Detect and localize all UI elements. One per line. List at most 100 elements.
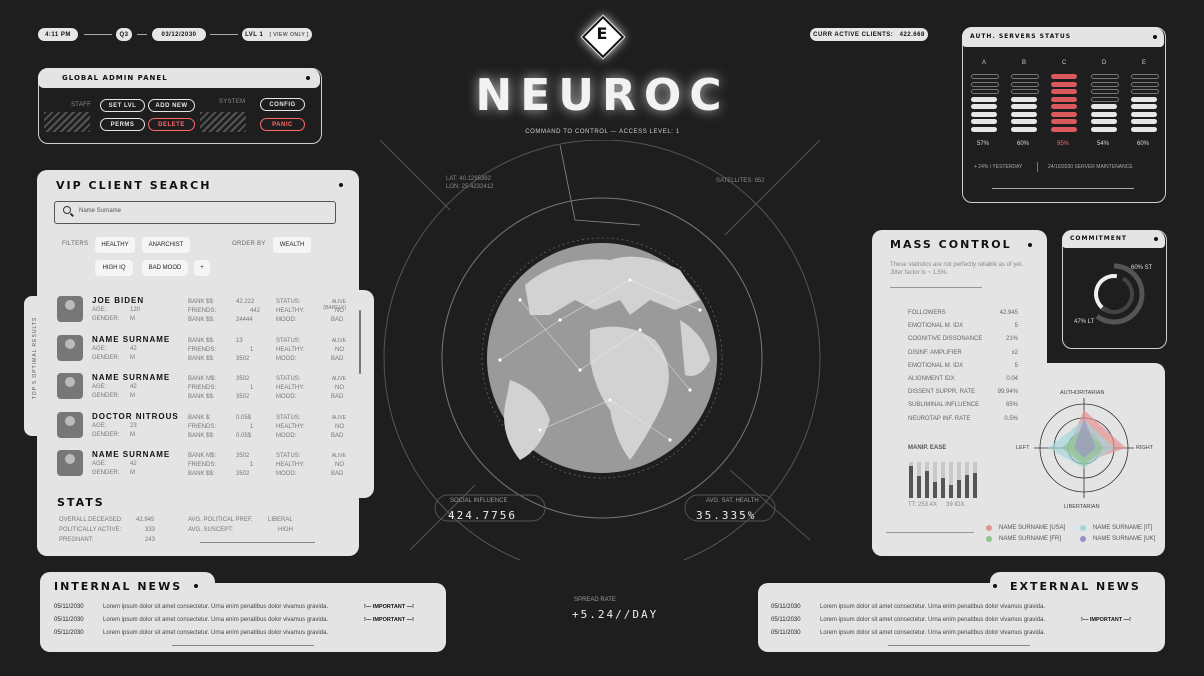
hatch-decoration bbox=[44, 112, 90, 132]
client-status: ALIVE bbox=[331, 414, 346, 421]
commitment-st: 60% ST bbox=[1131, 265, 1153, 271]
legend-label: NAME SURNAME [USA] bbox=[999, 525, 1066, 531]
panic-button[interactable]: PANIC bbox=[260, 118, 305, 131]
manip-idx: 39 IDX. bbox=[946, 502, 967, 508]
server-bar-segment bbox=[1011, 81, 1039, 87]
server-note-maintenance: 24/10/2030 SERVER MAINTENANCE bbox=[1048, 164, 1133, 170]
friends-label: FRIENDS: bbox=[188, 346, 217, 353]
news-text[interactable]: Lorem ipsum dolor sit amet consectetur. … bbox=[103, 630, 328, 636]
divider bbox=[886, 532, 974, 533]
news-date: 05/11/2030 bbox=[771, 630, 801, 636]
metric-value: 65% bbox=[1005, 402, 1018, 409]
radar-top-label: AUTHORITARIAN bbox=[1060, 390, 1105, 396]
news-text[interactable]: Lorem ipsum dolor sit amet consectetur. … bbox=[820, 604, 1045, 610]
vip-title: VIP CLIENT SEARCH bbox=[56, 179, 212, 192]
server-bar-segment bbox=[1131, 111, 1157, 117]
mood-label: MOOD: bbox=[276, 355, 297, 362]
filter-chip-high-iq[interactable]: HIGH IQ bbox=[95, 260, 133, 276]
server-bar-segment bbox=[1011, 126, 1037, 132]
server-bar-segment bbox=[1091, 96, 1119, 102]
client-name[interactable]: NAME SURNAME bbox=[92, 450, 170, 459]
filter-chip-anarchist[interactable]: ANARCHIST bbox=[142, 237, 190, 253]
client-healthy: NO bbox=[335, 308, 344, 314]
active-clients-label: CURR ACTIVE CLIENTS: bbox=[813, 31, 894, 38]
auth-title: AUTH. SERVERS STATUS bbox=[970, 33, 1072, 40]
manip-bar-fill bbox=[957, 480, 961, 498]
manip-bar-fill bbox=[965, 474, 969, 498]
satellites-text: SATELLITES: 852 bbox=[716, 178, 765, 184]
client-bank: 3502 bbox=[236, 376, 250, 382]
add-filter-button[interactable]: + bbox=[194, 260, 210, 276]
news-text[interactable]: Lorem ipsum dolor sit amet consectetur. … bbox=[820, 630, 1045, 636]
social-influence-label: SOCIAL INFLUENCE bbox=[450, 498, 508, 504]
healthy-label: HEALTHY: bbox=[276, 346, 305, 353]
news-important-tag: !— IMPORTANT —! bbox=[1081, 617, 1132, 623]
divider bbox=[84, 34, 112, 35]
commitment-lt: 47% LT bbox=[1074, 319, 1095, 325]
client-gender: M bbox=[130, 470, 135, 476]
news-text[interactable]: Lorem ipsum dolor sit amet consectetur. … bbox=[820, 617, 1045, 623]
client-name[interactable]: DOCTOR NITROUS bbox=[92, 412, 179, 421]
perms-button[interactable]: PERMS bbox=[100, 118, 145, 131]
client-friends: 1 bbox=[250, 423, 254, 430]
order-chip-wealth[interactable]: WEALTH bbox=[273, 237, 311, 253]
vip-side-tab bbox=[24, 296, 54, 436]
metric-label: COGNITIVE DISSONANCE bbox=[908, 336, 983, 343]
manip-bar-fill bbox=[917, 476, 921, 498]
mood-label: MOOD: bbox=[276, 471, 297, 477]
radar-right-label: RIGHT bbox=[1136, 445, 1154, 451]
divider bbox=[890, 287, 982, 288]
legend-label: NAME SURNAME [IT] bbox=[1093, 525, 1153, 531]
filter-chip-bad-mood[interactable]: BAD MOOD bbox=[142, 260, 188, 276]
logo-letter: E bbox=[596, 24, 608, 43]
server-bar-segment bbox=[1051, 81, 1077, 87]
filter-chip-healthy[interactable]: HEALTHY bbox=[95, 237, 135, 253]
results-scrollbar[interactable] bbox=[359, 310, 361, 374]
metric-label: NEUROTAP INF. RATE bbox=[908, 415, 971, 422]
server-bar-segment bbox=[1051, 74, 1077, 79]
config-button[interactable]: CONFIG bbox=[260, 98, 305, 111]
avatar-icon bbox=[65, 454, 75, 464]
news-date: 05/11/2030 bbox=[771, 604, 801, 610]
news-date: 05/11/2030 bbox=[771, 617, 801, 623]
client-gender: M bbox=[130, 316, 135, 322]
news-text[interactable]: Lorem ipsum dolor sit amet consectetur. … bbox=[103, 617, 328, 623]
healthy-label: HEALTHY: bbox=[276, 385, 305, 391]
filters-label: FILTERS bbox=[62, 241, 89, 247]
spread-rate-label: SPREAD RATE bbox=[574, 597, 616, 603]
add-new-button[interactable]: ADD NEW bbox=[148, 99, 195, 112]
news-text[interactable]: Lorem ipsum dolor sit amet consectetur. … bbox=[103, 604, 328, 610]
set-level-button[interactable]: SET LVL bbox=[100, 99, 145, 112]
header-dot bbox=[194, 584, 198, 588]
external-news-title: EXTERNAL NEWS bbox=[1010, 580, 1141, 593]
delete-button[interactable]: DELETE bbox=[148, 118, 195, 131]
legend-label: NAME SURNAME [UK] bbox=[1093, 536, 1156, 542]
gender-label: GENDER: bbox=[92, 393, 120, 399]
status-label: STATUS: bbox=[276, 376, 301, 382]
client-age: 23 bbox=[130, 422, 137, 429]
avatar-icon bbox=[65, 415, 75, 426]
client-friends: 1 bbox=[250, 462, 254, 468]
header-dot bbox=[339, 183, 343, 187]
client-name[interactable]: NAME SURNAME bbox=[92, 335, 170, 344]
news-date: 05/11/2030 bbox=[54, 617, 84, 623]
client-mood: BAD bbox=[331, 394, 344, 400]
manip-bar-fill bbox=[925, 471, 929, 498]
manip-title: MANIP. EASE bbox=[908, 445, 947, 451]
header-dot bbox=[1028, 243, 1032, 247]
bank-label: BANK $$: bbox=[188, 355, 215, 362]
server-bar-segment bbox=[1131, 126, 1157, 132]
client-age: 42 bbox=[130, 384, 137, 390]
client-name[interactable]: JOE BIDEN bbox=[92, 296, 144, 305]
commitment-header: COMMITMENT bbox=[1062, 230, 1165, 248]
search-input[interactable]: Name Surname bbox=[54, 201, 336, 224]
mood-label: MOOD: bbox=[276, 394, 297, 400]
client-status: ALIVE bbox=[331, 453, 346, 459]
client-bank-2: 24444 bbox=[236, 317, 253, 323]
spread-rate-value: +5.24//DAY bbox=[572, 608, 659, 621]
client-name[interactable]: NAME SURNAME bbox=[92, 373, 170, 382]
search-placeholder: Name Surname bbox=[79, 208, 122, 214]
client-bank-2: 3502 bbox=[236, 355, 250, 362]
client-bank-2: 3502 bbox=[236, 471, 250, 477]
server-percent: 57% bbox=[977, 141, 990, 147]
